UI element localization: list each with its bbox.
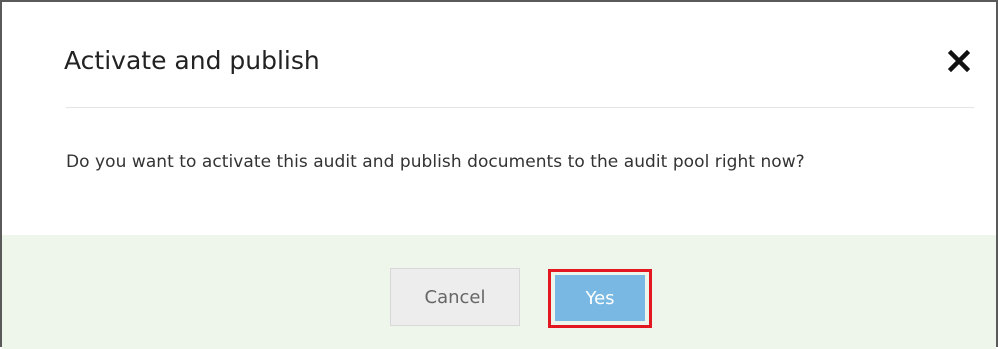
close-icon	[948, 50, 970, 72]
yes-button[interactable]: Yes	[555, 275, 645, 321]
dialog-message: Do you want to activate this audit and p…	[66, 152, 805, 172]
header-divider	[66, 107, 974, 108]
dialog-title: Activate and publish	[64, 46, 320, 75]
dialog-header: Activate and publish	[2, 2, 996, 108]
cancel-button[interactable]: Cancel	[390, 268, 520, 326]
activate-publish-dialog: Activate and publish Do you want to acti…	[0, 0, 998, 349]
close-button[interactable]	[942, 44, 976, 78]
dialog-footer: Cancel Yes	[2, 235, 996, 349]
